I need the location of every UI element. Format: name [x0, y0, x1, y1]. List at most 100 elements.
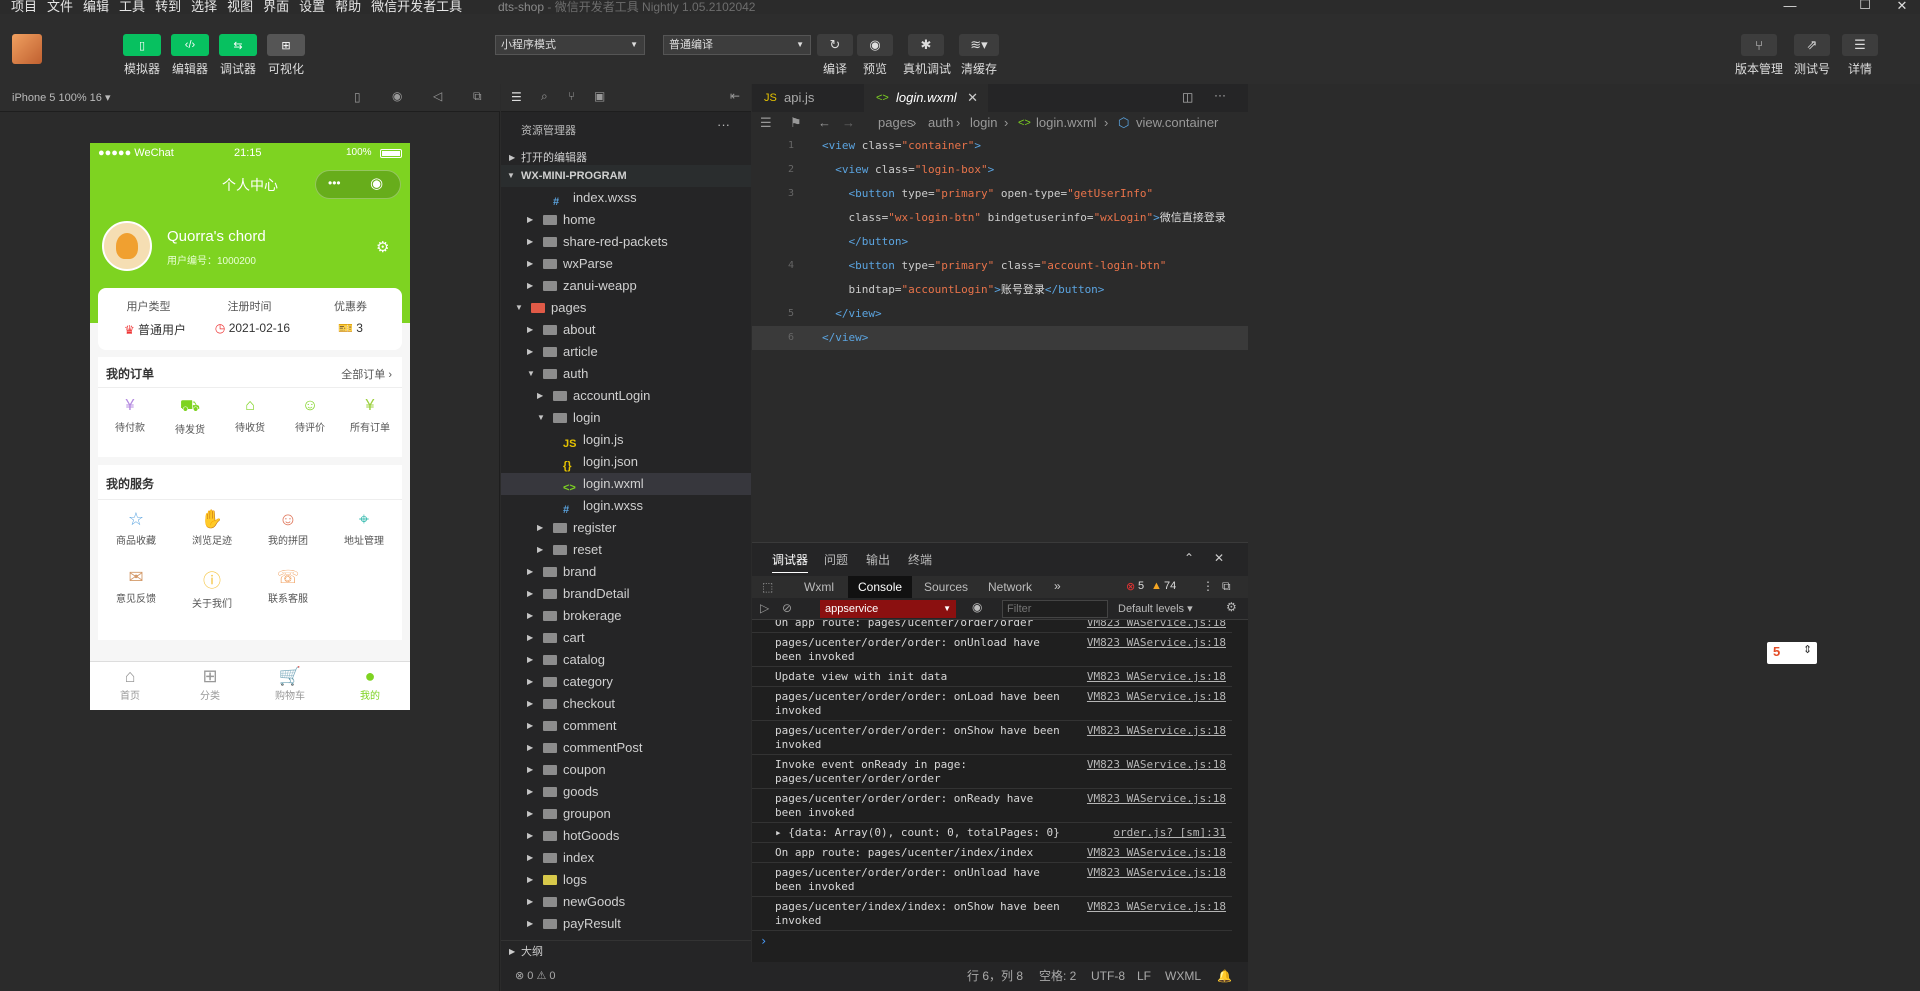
problems-counter[interactable]: ⊗ 0 ⚠ 0 [515, 962, 555, 991]
extensions-icon[interactable]: ▣ [594, 89, 605, 103]
menu-item[interactable]: 编辑 [83, 0, 109, 14]
outline-section[interactable]: ▶ 大纲 [501, 940, 751, 962]
more-icon[interactable]: ••• [328, 176, 341, 190]
popout-icon[interactable]: ⧉ [473, 89, 482, 104]
tree-item[interactable]: ▶ share-red-packets [501, 231, 751, 253]
close-tab-icon[interactable]: ✕ [967, 84, 978, 112]
maximize-panel-icon[interactable]: ⌃ [1184, 551, 1194, 565]
close-target-icon[interactable]: ◉ [370, 174, 383, 192]
source-control-icon[interactable]: ⑂ [568, 89, 575, 103]
kebab-icon[interactable]: ⋮ [1202, 579, 1214, 593]
close-panel-icon[interactable]: ✕ [1214, 551, 1224, 565]
tab-debugger[interactable]: 调试器 [772, 547, 809, 573]
code-area[interactable]: 1 <view class="container"> 2 <view class="… [752, 134, 1248, 542]
tree-item[interactable]: ▶ wxParse [501, 253, 751, 275]
avatar[interactable] [12, 34, 42, 64]
tree-item[interactable]: ▶ zanui-weapp [501, 275, 751, 297]
order-entry[interactable]: ⛟ 待发货 [160, 397, 220, 436]
tree-item[interactable]: <> login.wxml [501, 473, 751, 495]
tree-item[interactable]: ▶ groupon [501, 803, 751, 825]
menu-item[interactable]: 转到 [155, 0, 181, 14]
console-prompt[interactable]: › [760, 934, 767, 948]
minimize-button[interactable]: — [1782, 0, 1798, 14]
compile-button[interactable]: ↻ [817, 34, 853, 56]
encoding[interactable]: UTF-8 [1091, 962, 1125, 991]
tree-item[interactable]: ▶ commentPost [501, 737, 751, 759]
tree-item[interactable]: ▶ cart [501, 627, 751, 649]
service-entry[interactable]: ☆ 商品收藏 [98, 509, 174, 547]
bookmark-icon[interactable]: ⚑ [790, 112, 802, 134]
menu-item[interactable]: 选择 [191, 0, 217, 14]
service-entry[interactable]: ☺ 我的拼团 [250, 509, 326, 547]
tab-bar-item[interactable]: ⌂ 首页 [90, 666, 170, 702]
close-window-button[interactable]: ✕ [1894, 0, 1910, 14]
editor-more-icon[interactable]: ··· [1214, 88, 1226, 102]
compile-select[interactable]: 普通编译 ▼ [663, 35, 811, 55]
log-source-link[interactable]: VM823 WAService.js:18 [1087, 724, 1226, 737]
error-count[interactable]: 5 [1138, 580, 1144, 592]
breadcrumb-item[interactable]: auth [928, 112, 953, 134]
cursor-position[interactable]: 行 6，列 8 [967, 962, 1023, 991]
log-source-link[interactable]: VM823 WAService.js:18 [1087, 900, 1226, 913]
capsule-menu[interactable]: ••• ◉ [315, 170, 401, 199]
tree-item[interactable]: ▼ pages [501, 297, 751, 319]
tree-item[interactable]: ▶ checkout [501, 693, 751, 715]
debugger-toggle-button[interactable]: ⇆ [219, 34, 257, 56]
tree-item[interactable]: ▶ brokerage [501, 605, 751, 627]
details-button[interactable]: ☰ [1842, 34, 1878, 56]
all-orders-link[interactable]: 全部订单 › [341, 366, 392, 382]
order-entry[interactable]: ¥ 所有订单 [340, 397, 400, 434]
tree-item[interactable]: ▶ comment [501, 715, 751, 737]
console-filter-input[interactable] [1002, 600, 1108, 618]
tree-item[interactable]: ▶ goods [501, 781, 751, 803]
breadcrumb-item[interactable]: pages [878, 112, 913, 134]
dock-icon[interactable]: ⧉ [1222, 579, 1231, 594]
tab-terminal[interactable]: 终端 [908, 547, 932, 573]
version-mgmt-button[interactable]: ⑂ [1741, 34, 1777, 56]
language-mode[interactable]: WXML [1165, 962, 1201, 991]
tab-bar-item[interactable]: ⊞ 分类 [170, 666, 250, 702]
tab-api-js[interactable]: JS api.js [752, 84, 862, 112]
collapse-panel-icon[interactable]: ⇤ [730, 89, 740, 103]
tree-item[interactable]: ▼ auth [501, 363, 751, 385]
project-section[interactable]: ▼ WX-MINI-PROGRAM [501, 165, 751, 187]
simulator-toggle-button[interactable]: ▯ [123, 34, 161, 56]
menu-item[interactable]: 视图 [227, 0, 253, 14]
tab-sources[interactable]: Sources [924, 574, 968, 600]
settings-gear-icon[interactable]: ⚙ [376, 238, 389, 256]
tree-item[interactable]: ▶ coupon [501, 759, 751, 781]
sidebar-toggle-icon[interactable]: ▷ [760, 601, 769, 615]
tab-problems[interactable]: 问题 [824, 547, 848, 573]
forward-icon[interactable]: → [842, 112, 855, 134]
menu-item[interactable]: 帮助 [335, 0, 361, 14]
log-levels-select[interactable]: Default levels ▾ [1118, 602, 1193, 615]
tree-item[interactable]: ▶ newGoods [501, 891, 751, 913]
tree-item[interactable]: ▶ payResult [501, 913, 751, 935]
tree-item[interactable]: # index.wxss [501, 187, 751, 209]
clear-cache-button[interactable]: ≋▾ [959, 34, 999, 56]
files-icon[interactable]: ☰ [511, 90, 522, 104]
breadcrumb-item[interactable]: login.wxml [1036, 112, 1097, 134]
clear-console-icon[interactable]: ⊘ [782, 601, 792, 615]
device-select[interactable]: iPhone 5 100% 16 ▾ [12, 91, 110, 104]
log-source-link[interactable]: VM823 WAService.js:18 [1087, 670, 1226, 683]
user-avatar[interactable] [102, 221, 152, 271]
mode-select[interactable]: 小程序模式 ▼ [495, 35, 645, 55]
tree-item[interactable]: ▶ article [501, 341, 751, 363]
service-entry[interactable]: ☏ 联系客服 [250, 567, 326, 605]
menu-item[interactable]: 设置 [299, 0, 325, 14]
split-editor-icon[interactable]: ◫ [1182, 90, 1193, 104]
tab-wxml[interactable]: Wxml [804, 574, 834, 600]
tree-item[interactable]: ▶ logs [501, 869, 751, 891]
breadcrumb-item[interactable]: login [970, 112, 997, 134]
tree-item[interactable]: ▶ brand [501, 561, 751, 583]
tab-bar-item[interactable]: 🛒 购物车 [250, 666, 330, 702]
tree-item[interactable]: JS login.js [501, 429, 751, 451]
tree-item[interactable]: ▶ reset [501, 539, 751, 561]
context-select[interactable]: appservice ▼ [820, 600, 956, 618]
tree-item[interactable]: ▶ register [501, 517, 751, 539]
order-entry[interactable]: ¥ 待付款 [100, 397, 160, 434]
real-debug-button[interactable]: ✱ [908, 34, 944, 56]
tree-item[interactable]: ▶ accountLogin [501, 385, 751, 407]
maximize-button[interactable]: ☐ [1857, 0, 1873, 13]
